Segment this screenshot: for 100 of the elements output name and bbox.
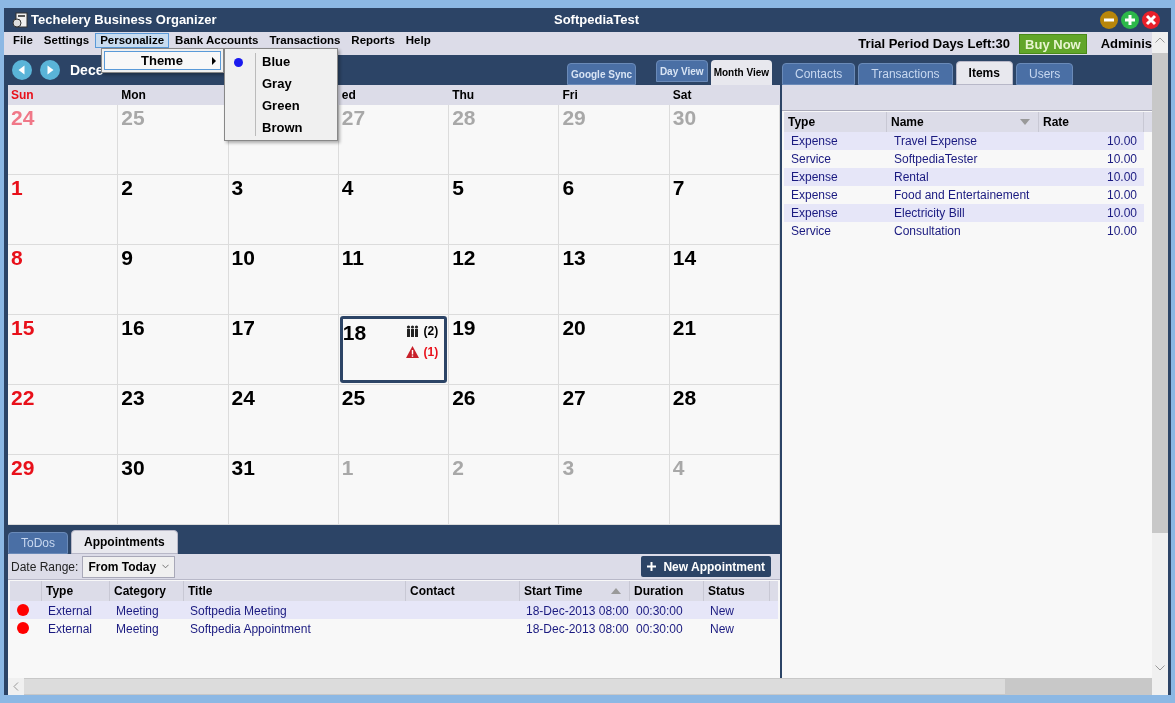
day-number[interactable]: 6 — [562, 175, 575, 201]
day-number[interactable]: 24 — [231, 385, 255, 411]
day-number[interactable]: 23 — [121, 385, 145, 411]
table-cell: 00:30:00 — [636, 622, 683, 636]
table-cell-text: 10.00 — [1106, 169, 1137, 186]
scrollbar-thumb[interactable] — [24, 679, 1005, 694]
window-title: Techelery Business Organizer — [31, 11, 217, 30]
people-icon — [406, 325, 420, 337]
table-cell-text: Expense — [791, 169, 838, 186]
date-range-label: Date Range: — [11, 558, 79, 576]
menu-item[interactable]: File — [8, 33, 38, 48]
day-number[interactable]: 17 — [231, 315, 255, 341]
dropdown-caret-icon — [162, 564, 170, 569]
table-cell-text: Food and Entertainement — [894, 187, 1030, 204]
event-count: (2) — [423, 323, 439, 340]
user-name: SoftpediaTest — [554, 11, 639, 30]
table-cell-text: 10.00 — [1106, 223, 1137, 240]
day-number[interactable]: 1 — [11, 175, 23, 201]
google-sync-tab[interactable]: Google Sync — [567, 63, 637, 85]
table-cell: New — [710, 622, 734, 636]
day-number[interactable]: 14 — [672, 245, 697, 271]
scroll-left-icon[interactable] — [13, 682, 19, 691]
menu-item[interactable]: Brown — [225, 117, 337, 139]
menu-item[interactable]: Green — [225, 95, 337, 117]
tab[interactable]: Items — [955, 61, 1013, 85]
table-cell-text: 10.00 — [1106, 133, 1137, 150]
day-number[interactable]: 16 — [121, 315, 145, 341]
table-cell-text: Travel Expense — [894, 133, 977, 150]
event-count: (1) — [423, 344, 439, 361]
new-appointment-button[interactable]: New Appointment — [641, 556, 771, 577]
day-number[interactable]: 27 — [562, 385, 586, 411]
table-cell-text: Consultation — [894, 223, 961, 240]
table-cell: 18-Dec-2013 08:00 — [526, 622, 629, 636]
month-title: Dece — [70, 60, 104, 80]
plus-icon — [647, 562, 657, 571]
day-number[interactable]: 7 — [672, 175, 685, 201]
day-number[interactable]: 19 — [452, 315, 476, 341]
table-cell-text: 10.00 — [1106, 187, 1137, 204]
menu-item[interactable]: Reports — [346, 33, 400, 48]
tab[interactable]: Transactions — [858, 63, 953, 85]
day-number[interactable]: 29 — [11, 455, 35, 481]
account-name: Adminis — [1100, 34, 1152, 53]
previous-button[interactable] — [12, 60, 32, 80]
day-number[interactable]: 30 — [121, 455, 145, 481]
day-number[interactable]: 26 — [452, 385, 476, 411]
view-tab[interactable]: Day View — [655, 60, 708, 82]
tab[interactable]: Contacts — [782, 63, 856, 85]
view-tab[interactable]: Month View — [710, 60, 772, 85]
weekday-label: Sat — [672, 87, 692, 104]
day-number[interactable]: 15 — [11, 315, 35, 341]
tab[interactable]: ToDos — [8, 532, 68, 554]
tab[interactable]: Appointments — [71, 530, 178, 554]
day-number[interactable]: 31 — [231, 455, 255, 481]
day-number[interactable]: 4 — [341, 175, 354, 201]
table-cell: External — [48, 622, 93, 636]
table-cell-text: Service — [791, 223, 831, 240]
minimize-icon[interactable] — [1100, 11, 1118, 29]
day-number[interactable]: 22 — [11, 385, 35, 411]
day-number[interactable]: 13 — [562, 245, 586, 271]
scroll-up-icon[interactable] — [1155, 37, 1165, 43]
table-cell: 18-Dec-2013 08:00 — [526, 604, 629, 618]
next-button[interactable] — [40, 60, 60, 80]
tab[interactable]: Users — [1015, 63, 1074, 85]
day-number[interactable]: 10 — [231, 245, 255, 271]
table-cell: Meeting — [116, 622, 159, 636]
scroll-down-icon[interactable] — [1155, 665, 1165, 671]
day-number[interactable]: 9 — [121, 245, 133, 271]
day-number[interactable]: 3 — [231, 175, 244, 201]
close-icon[interactable] — [1142, 11, 1160, 29]
day-number[interactable]: 21 — [672, 315, 697, 341]
menu-item[interactable]: Bank Accounts — [170, 33, 264, 48]
table-cell: New — [710, 604, 734, 618]
day-number[interactable]: 20 — [562, 315, 586, 341]
day-number[interactable]: 25 — [341, 385, 366, 411]
scrollbar-thumb[interactable] — [1152, 53, 1168, 533]
table-cell-text: 10.00 — [1106, 151, 1137, 168]
date-range-dropdown[interactable]: From Today — [82, 555, 176, 578]
table-cell: Softpedia Meeting — [190, 604, 287, 618]
table-cell: External — [48, 604, 93, 618]
day-number[interactable]: 28 — [672, 385, 697, 411]
table-cell-text: Electricity Bill — [894, 205, 965, 222]
menu-item[interactable]: Settings — [38, 33, 95, 48]
weekday-label: Fri — [562, 87, 578, 104]
app-icon — [12, 12, 28, 28]
table-cell-text: Expense — [791, 205, 838, 222]
day-number[interactable]: 12 — [452, 245, 476, 271]
menu-item[interactable]: Transactions — [264, 33, 346, 48]
day-number[interactable]: 2 — [121, 175, 133, 201]
weekday-label: ed — [341, 87, 356, 104]
menu-item[interactable]: Theme — [104, 51, 221, 70]
maximize-icon[interactable] — [1121, 11, 1139, 29]
menu-item[interactable]: Help — [400, 33, 436, 48]
menu-item[interactable]: Gray — [225, 73, 337, 95]
day-number[interactable]: 8 — [11, 245, 23, 271]
day-number[interactable]: 18 — [342, 320, 367, 346]
day-number[interactable]: 11 — [341, 245, 365, 271]
day-number[interactable]: 5 — [452, 175, 464, 201]
table-cell-text: Expense — [791, 187, 838, 204]
table-cell: 00:30:00 — [636, 604, 683, 618]
menu-item[interactable]: Personalize — [95, 33, 170, 48]
